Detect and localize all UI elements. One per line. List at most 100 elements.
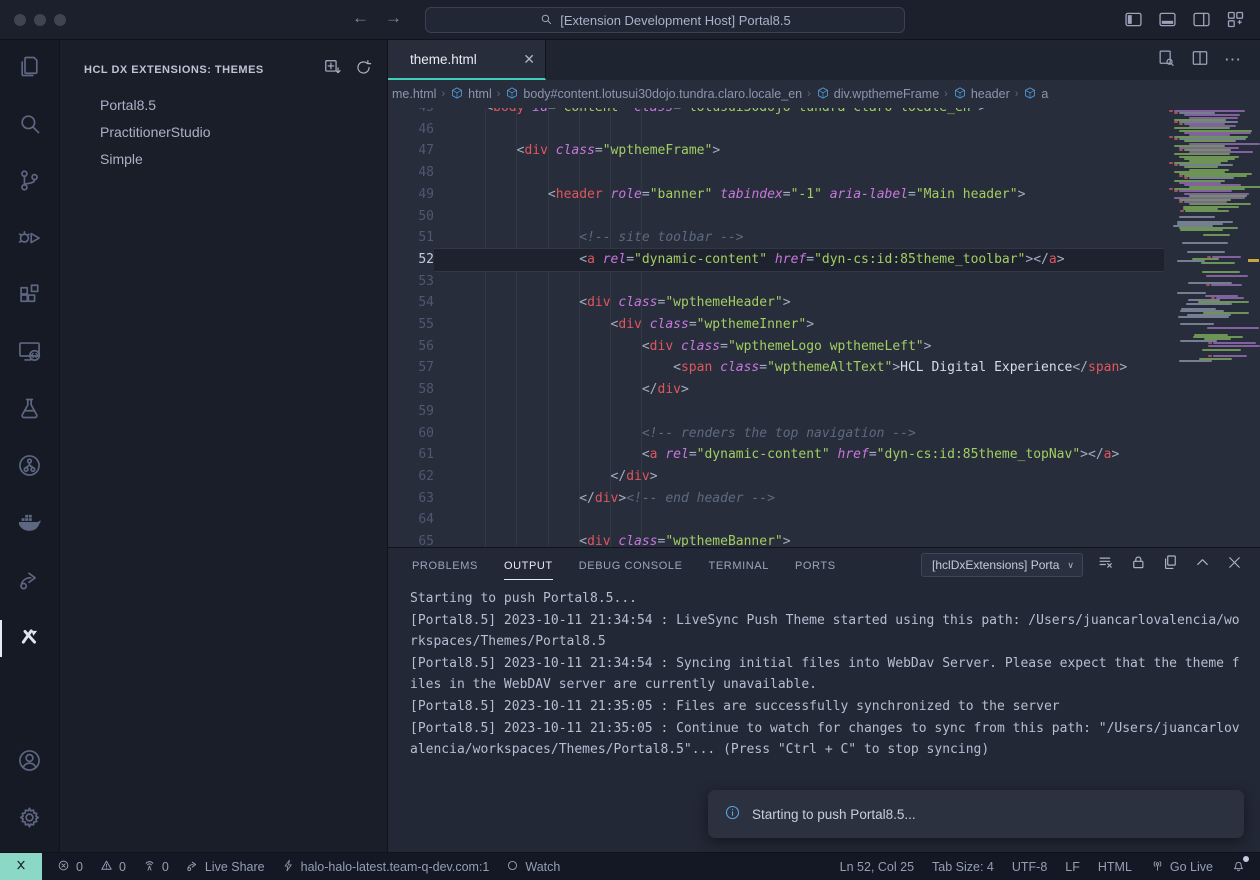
remote-explorer-icon [16,338,43,370]
close-tab-icon[interactable]: ✕ [523,51,535,68]
history-forward-button[interactable]: → [385,8,402,28]
code-line[interactable]: 53 [388,271,1164,293]
code-line[interactable]: 57 <span class="wpthemeAltText">HCL Digi… [388,357,1164,379]
code-line[interactable]: 51 <!-- site toolbar --> [388,227,1164,249]
panel-header: PROBLEMS OUTPUT DEBUG CONSOLE TERMINAL PORTS… [388,548,1260,582]
customize-layout-icon[interactable] [1225,9,1246,35]
sidebar-item-portal8-5[interactable]: Portal8.5 [60,92,387,119]
code-line[interactable]: 64 [388,509,1164,531]
pages-icon[interactable] [1161,553,1180,577]
new-item-icon[interactable] [323,58,342,82]
status-item-warnings[interactable]: 0 [99,858,126,876]
code-line[interactable]: 47 <div class="wpthemeFrame"> [388,140,1164,162]
activity-bar-item-gitlens[interactable] [0,439,59,496]
sidebar-item-practitionerstudio[interactable]: PractitionerStudio [60,119,387,146]
code-line[interactable]: 63 </div><!-- end header --> [388,488,1164,510]
status-item-label: HTML [1098,860,1132,874]
breadcrumb-item[interactable]: a [1023,86,1048,103]
code-line[interactable]: 61 <a rel="dynamic-content" href="dyn-cs… [388,444,1164,466]
history-back-button[interactable]: ← [352,8,369,28]
lock-icon[interactable] [1129,553,1148,577]
panel-tab-terminal[interactable]: TERMINAL [709,551,769,580]
code-line[interactable]: 45 <body id="content" class="lotusui30do… [388,108,1164,119]
status-item-remote-host[interactable]: halo-halo-latest.team-q-dev.com:1 [281,858,490,876]
close-window-button[interactable] [14,14,26,26]
symbol-cube-icon [505,86,519,103]
clear-output-icon[interactable] [1097,553,1116,577]
status-item-watch[interactable]: Watch [505,858,560,876]
code-line[interactable]: 54 <div class="wpthemeHeader"> [388,292,1164,314]
code-line[interactable]: 65 <div class="wpthemeBanner"> [388,531,1164,547]
toggle-sidebar-icon[interactable] [1123,9,1144,35]
code-line[interactable]: 52 <a rel="dynamic-content" href="dyn-cs… [388,249,1164,271]
code-line[interactable]: 60 <!-- renders the top navigation --> [388,423,1164,445]
split-editor-icon[interactable] [1190,48,1210,73]
refresh-icon[interactable] [354,58,373,82]
status-item-broadcast-count[interactable]: 0 [142,858,169,876]
code-editor[interactable]: 45 <body id="content" class="lotusui30do… [388,108,1260,547]
activity-bar-item-docker[interactable] [0,496,59,553]
command-center-search[interactable]: [Extension Development Host] Portal8.5 [425,7,905,33]
code-line[interactable]: 55 <div class="wpthemeInner"> [388,314,1164,336]
close-icon[interactable] [1225,553,1244,577]
status-item-errors[interactable]: 0 [56,858,83,876]
activity-bar-item-source-control[interactable] [0,154,59,211]
activity-bar-item-testing[interactable] [0,382,59,439]
live-share-icon [16,566,43,598]
status-item-live-share[interactable]: Live Share [185,858,265,876]
code-line[interactable]: 59 [388,401,1164,423]
code-line-content [434,119,1164,141]
breadcrumb-item[interactable]: body#content.lotusui30dojo.tundra.claro.… [505,86,802,103]
overview-ruler-cursor-marker [1248,259,1259,262]
toggle-secondary-sidebar-icon[interactable] [1191,9,1212,35]
code-line[interactable]: 62 </div> [388,466,1164,488]
breadcrumb-item[interactable]: header [953,86,1010,103]
breadcrumb-item[interactable]: html [450,86,492,103]
code-line[interactable]: 49 <header role="banner" tabindex="-1" a… [388,184,1164,206]
panel-tab-debug-console[interactable]: DEBUG CONSOLE [579,551,683,580]
activity-bar-item-search[interactable] [0,97,59,154]
panel-tab-problems[interactable]: PROBLEMS [412,551,478,580]
status-item-notifications[interactable] [1231,858,1246,876]
minimap[interactable] [1164,108,1260,547]
code-line[interactable]: 56 <div class="wpthemeLogo wpthemeLeft"> [388,336,1164,358]
code-line[interactable]: 50 [388,206,1164,228]
toggle-panel-icon[interactable] [1157,9,1178,35]
activity-bar-item-hcl-dx-extensions[interactable] [0,610,59,667]
chevron-up-icon[interactable] [1193,553,1212,577]
code-line[interactable]: 48 [388,162,1164,184]
code-line[interactable]: 58 </div> [388,379,1164,401]
sidebar-item-simple[interactable]: Simple [60,146,387,173]
breadcrumb-item[interactable]: me.html [392,87,436,101]
activity-bar-item-explorer[interactable] [0,40,59,97]
code-line-content [434,509,1164,531]
notification-toast[interactable]: Starting to push Portal8.5... [708,790,1244,838]
status-item-cursor-position[interactable]: Ln 52, Col 25 [840,860,914,874]
activity-bar-item-accounts[interactable] [0,734,59,791]
minimize-window-button[interactable] [34,14,46,26]
output-channel-select[interactable]: [hclDxExtensions] Porta ∨ [921,553,1083,577]
panel-tab-ports[interactable]: PORTS [795,551,836,580]
activity-bar-item-run-debug[interactable] [0,211,59,268]
breadcrumb-item[interactable]: div.wpthemeFrame [816,86,939,103]
status-item-go-live[interactable]: Go Live [1150,858,1213,876]
live-share-small-icon [185,858,200,876]
activity-bar-item-remote-explorer[interactable] [0,325,59,382]
panel-tab-output[interactable]: OUTPUT [504,551,553,580]
tab-theme-html[interactable]: theme.html ✕ [388,40,546,80]
more-actions-icon[interactable]: ⋯ [1224,50,1242,70]
traffic-lights[interactable] [14,14,66,26]
activity-bar-item-live-share[interactable] [0,553,59,610]
activity-bar-item-settings[interactable] [0,791,59,848]
zoom-window-button[interactable] [54,14,66,26]
code-line[interactable]: 46 [388,119,1164,141]
command-center-text: [Extension Development Host] Portal8.5 [560,13,791,28]
code-line-content: <div class="wpthemeBanner"> [434,531,1164,547]
status-item-language-mode[interactable]: HTML [1098,860,1132,874]
status-item-encoding[interactable]: UTF-8 [1012,860,1047,874]
open-changes-icon[interactable] [1156,48,1176,73]
remote-indicator[interactable] [0,853,42,880]
activity-bar-item-extensions[interactable] [0,268,59,325]
status-item-eol[interactable]: LF [1065,860,1080,874]
status-item-indentation[interactable]: Tab Size: 4 [932,860,994,874]
